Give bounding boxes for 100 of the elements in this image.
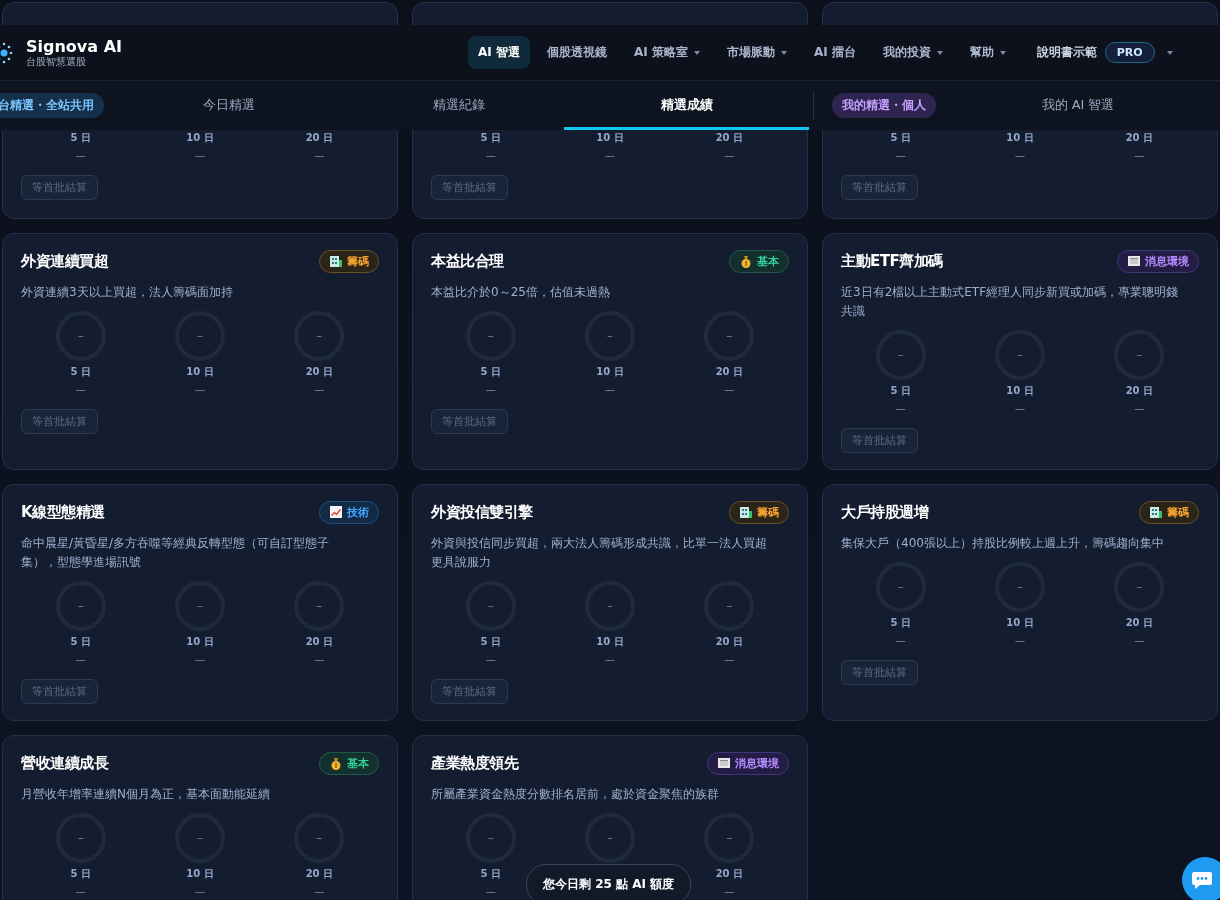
tab[interactable]: 精選成績: [564, 81, 809, 130]
period-label: 10 日: [186, 131, 214, 145]
return-gauge: –: [875, 562, 926, 612]
return-value: —: [1015, 634, 1025, 648]
return-gauge: –: [1114, 562, 1165, 612]
newspaper-icon: [717, 756, 731, 770]
return-gauge: –: [704, 813, 755, 863]
card-title: 本益比合理: [431, 251, 504, 271]
nav-item[interactable]: 我的投資: [872, 36, 953, 69]
return-value: —: [724, 885, 735, 899]
building-icon: [1149, 505, 1163, 519]
nav-item[interactable]: 幫助: [959, 36, 1016, 69]
return-gauge: –: [465, 311, 516, 361]
period-label: 20 日: [305, 365, 334, 379]
period-label: 10 日: [186, 867, 214, 881]
return-value: —: [75, 383, 86, 397]
category-tag: 基本: [729, 249, 789, 273]
return-value: —: [1015, 149, 1025, 163]
nav-item[interactable]: AI 智選: [468, 36, 530, 69]
return-value: —: [485, 653, 496, 667]
tab[interactable]: 精選紀錄: [354, 81, 564, 130]
plan-badge: PRO: [1104, 42, 1155, 63]
period-label: 20 日: [715, 635, 744, 649]
period-label: 10 日: [1006, 616, 1034, 630]
period-label: 20 日: [715, 365, 744, 379]
period-label: 20 日: [305, 867, 334, 881]
return-value: —: [485, 383, 496, 397]
card-description: 命中晨星/黃昏星/多方吞噬等經典反轉型態（可自訂型態子集），型態學進場訊號: [21, 535, 331, 571]
card-title: K線型態精選: [21, 502, 105, 522]
return-gauge: –: [175, 581, 225, 631]
return-value: —: [605, 149, 615, 163]
return-gauge: –: [704, 311, 755, 361]
return-value: —: [895, 149, 906, 163]
card-title: 大戶持股週增: [841, 502, 928, 522]
return-value: —: [195, 653, 205, 667]
return-value: —: [314, 149, 325, 163]
period-label: 10 日: [186, 635, 214, 649]
period-label: 10 日: [186, 365, 214, 379]
return-gauge: –: [175, 311, 225, 361]
period-label: 10 日: [596, 365, 624, 379]
return-value: —: [75, 885, 86, 899]
period-label: 5 日: [480, 635, 501, 649]
return-value: —: [895, 634, 906, 648]
return-value: —: [75, 653, 86, 667]
return-value: —: [1134, 402, 1145, 416]
period-label: 5 日: [480, 867, 501, 881]
card-title: 外資連續買超: [21, 251, 108, 271]
card-title: 營收連續成長: [21, 753, 108, 773]
period-label: 20 日: [1125, 384, 1154, 398]
return-value: —: [314, 383, 325, 397]
return-value: —: [314, 885, 325, 899]
card-description: 本益比介於0～25倍，估值未過熱: [431, 284, 611, 301]
period-label: 5 日: [70, 867, 91, 881]
period-label: 20 日: [715, 867, 744, 881]
tab[interactable]: 今日精選: [104, 81, 354, 130]
chat-button[interactable]: [1182, 857, 1220, 900]
return-value: —: [75, 149, 86, 163]
period-label: 5 日: [890, 131, 911, 145]
card-description: 外資與投信同步買超，兩大法人籌碼形成共識，比單一法人買超更具說服力: [431, 535, 768, 571]
category-tag: 籌碼: [1139, 500, 1199, 524]
period-label: 5 日: [70, 635, 91, 649]
period-label: 5 日: [890, 616, 911, 630]
return-gauge: –: [585, 581, 635, 631]
return-gauge: –: [585, 311, 635, 361]
nav-item[interactable]: 市場脈動: [716, 36, 797, 69]
return-value: —: [895, 402, 906, 416]
return-value: —: [1134, 149, 1145, 163]
card-description: 集保大戶（400張以上）持股比例較上週上升，籌碼趨向集中: [841, 535, 1165, 552]
brand-name: Signova AI: [26, 37, 122, 56]
return-value: —: [1015, 402, 1025, 416]
card-title: 外資投信雙引擎: [431, 502, 533, 522]
return-gauge: –: [465, 813, 516, 863]
return-value: —: [485, 149, 496, 163]
sparkle-logo-icon: [0, 40, 14, 65]
user-name: 說明書示範: [1036, 44, 1097, 61]
return-gauge: –: [875, 330, 926, 380]
return-value: —: [314, 653, 325, 667]
category-tag: 消息環境: [707, 751, 789, 775]
return-gauge: –: [995, 562, 1045, 612]
tab[interactable]: 我的 AI 智選: [936, 81, 1220, 130]
period-label: 5 日: [70, 365, 91, 379]
category-tag: 籌碼: [319, 249, 379, 273]
return-gauge: –: [465, 581, 516, 631]
category-tag: 籌碼: [729, 500, 789, 524]
period-label: 20 日: [305, 635, 334, 649]
brand-tagline: 台股智慧選股: [26, 55, 87, 68]
line-chart-icon: [329, 505, 343, 519]
money-bag-icon: [329, 756, 343, 770]
quota-notice: 您今日剩 25 點 AI 額度: [526, 864, 692, 900]
card-title: 產業熱度領先: [431, 753, 518, 773]
nav-item[interactable]: AI 策略室: [623, 36, 710, 69]
return-gauge: –: [55, 813, 106, 863]
return-gauge: –: [55, 311, 106, 361]
card-title: 主動ETF齊加碼: [841, 251, 943, 271]
return-gauge: –: [995, 330, 1045, 380]
chat-icon: [1191, 870, 1213, 890]
nav-item[interactable]: 個股透視鏡: [536, 36, 617, 69]
period-label: 10 日: [1006, 384, 1034, 398]
nav-item[interactable]: AI 擂台: [803, 36, 866, 69]
newspaper-icon: [1127, 254, 1141, 268]
